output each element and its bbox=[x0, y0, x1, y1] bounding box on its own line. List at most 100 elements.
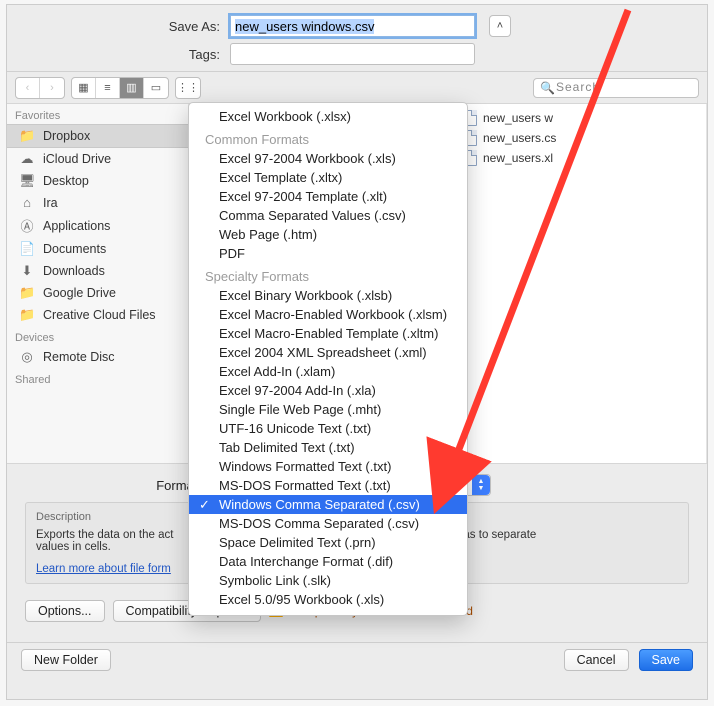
browser-toolbar: ‹ › ▦ ≡ ▥ ▭ ⋮⋮ 🔍 Search bbox=[7, 72, 707, 104]
view-icons-button[interactable]: ▦ bbox=[72, 78, 96, 98]
arrange-button[interactable]: ⋮⋮ bbox=[175, 77, 201, 99]
list-icon: ≡ bbox=[104, 82, 110, 94]
format-option[interactable]: Excel Add-In (.xlam) bbox=[189, 362, 467, 381]
sidebar-item-icloud[interactable]: ☁ iCloud Drive bbox=[7, 148, 188, 170]
format-option[interactable]: Web Page (.htm) bbox=[189, 225, 467, 244]
nav-forward-button[interactable]: › bbox=[40, 78, 64, 98]
sidebar-item-label: Dropbox bbox=[43, 129, 90, 143]
column-2[interactable]: new_users w new_users.cs new_users.xl bbox=[455, 104, 707, 463]
sidebar: Favorites 📁 Dropbox ☁ iCloud Drive 🖥Desktop ⌂ I… bbox=[7, 104, 189, 463]
grid-icon: ▦ bbox=[78, 81, 88, 94]
format-label: Format: bbox=[25, 478, 211, 493]
format-option[interactable]: Windows Formatted Text (.txt) bbox=[189, 457, 467, 476]
format-option[interactable]: Excel Macro-Enabled Template (.xltm) bbox=[189, 324, 467, 343]
sidebar-item-label: Google Drive bbox=[43, 286, 116, 300]
file-item[interactable]: new_users.cs bbox=[455, 128, 706, 148]
format-option[interactable]: Excel 97-2004 Template (.xlt) bbox=[189, 187, 467, 206]
search-icon: 🔍 bbox=[540, 81, 555, 95]
format-option[interactable]: Space Delimited Text (.prn) bbox=[189, 533, 467, 552]
format-option[interactable]: Excel 97-2004 Add-In (.xla) bbox=[189, 381, 467, 400]
chevron-right-icon: › bbox=[50, 82, 54, 94]
nav-back-button[interactable]: ‹ bbox=[16, 78, 40, 98]
remotedisc-icon: ◎ bbox=[19, 349, 35, 365]
format-option[interactable]: Data Interchange Format (.dif) bbox=[189, 552, 467, 571]
nav-back-forward: ‹ › bbox=[15, 77, 65, 99]
sidebar-item-home[interactable]: ⌂ Ira bbox=[7, 192, 188, 213]
file-name: new_users.xl bbox=[483, 151, 553, 165]
sidebar-item-label: Creative Cloud Files bbox=[43, 308, 156, 322]
sidebar-item-documents[interactable]: 📄 Documents bbox=[7, 238, 188, 260]
format-option[interactable]: Comma Separated Values (.csv) bbox=[189, 206, 467, 225]
format-option[interactable]: Excel Workbook (.xlsx) bbox=[189, 107, 467, 126]
desktop-icon: 🖥 bbox=[19, 173, 35, 189]
icloud-icon: ☁ bbox=[19, 151, 35, 167]
sidebar-item-remotedisc[interactable]: ◎Remote Disc bbox=[7, 346, 188, 368]
new-folder-button[interactable]: New Folder bbox=[21, 649, 111, 671]
file-name: new_users.cs bbox=[483, 131, 556, 145]
format-dropdown: Excel Workbook (.xlsx)Common FormatsExce… bbox=[188, 102, 468, 616]
view-coverflow-button[interactable]: ▭ bbox=[144, 78, 168, 98]
format-option[interactable]: PDF bbox=[189, 244, 467, 263]
tags-row: Tags: bbox=[7, 43, 707, 65]
downloads-icon: ⬇ bbox=[19, 263, 35, 279]
saveas-input[interactable] bbox=[230, 15, 475, 37]
home-icon: ⌂ bbox=[19, 195, 35, 210]
sidebar-item-googledrive[interactable]: 📁 Google Drive bbox=[7, 282, 188, 304]
sidebar-item-label: Applications bbox=[43, 219, 110, 233]
sidebar-item-label: Documents bbox=[43, 242, 106, 256]
format-option[interactable]: Excel Macro-Enabled Workbook (.xlsm) bbox=[189, 305, 467, 324]
view-mode-segment: ▦ ≡ ▥ ▭ bbox=[71, 77, 169, 99]
saveas-row: Save As: ˄ bbox=[7, 15, 707, 37]
format-option[interactable]: Excel Binary Workbook (.xlsb) bbox=[189, 286, 467, 305]
format-option[interactable]: Excel 5.0/95 Workbook (.xls) bbox=[189, 590, 467, 609]
sidebar-item-dropbox[interactable]: 📁 Dropbox bbox=[7, 124, 188, 148]
select-caps-icon: ▲▼ bbox=[472, 475, 490, 495]
format-option[interactable]: Excel 2004 XML Spreadsheet (.xml) bbox=[189, 343, 467, 362]
sidebar-item-label: Downloads bbox=[43, 264, 105, 278]
view-list-button[interactable]: ≡ bbox=[96, 78, 120, 98]
format-group-heading: Common Formats bbox=[189, 126, 467, 149]
format-option[interactable]: Tab Delimited Text (.txt) bbox=[189, 438, 467, 457]
tags-label: Tags: bbox=[7, 47, 230, 62]
applications-icon: Ⓐ bbox=[19, 216, 35, 235]
format-option[interactable]: Excel Template (.xltx) bbox=[189, 168, 467, 187]
format-option[interactable]: MS-DOS Comma Separated (.csv) bbox=[189, 514, 467, 533]
format-option[interactable]: MS-DOS Formatted Text (.txt) bbox=[189, 476, 467, 495]
dropbox-icon: 📁 bbox=[19, 128, 35, 144]
googledrive-icon: 📁 bbox=[19, 285, 35, 301]
sidebar-item-ccfiles[interactable]: 📁 Creative Cloud Files bbox=[7, 304, 188, 326]
documents-icon: 📄 bbox=[19, 241, 35, 257]
format-group-heading: Specialty Formats bbox=[189, 263, 467, 286]
sidebar-item-applications[interactable]: Ⓐ Applications bbox=[7, 213, 188, 238]
format-option[interactable]: Windows Comma Separated (.csv) bbox=[189, 495, 467, 514]
sidebar-item-label: Ira bbox=[43, 196, 58, 210]
sidebar-heading: Shared bbox=[7, 368, 188, 388]
tags-input[interactable] bbox=[230, 43, 475, 65]
sidebar-heading: Favorites bbox=[7, 104, 188, 124]
format-option[interactable]: Excel 97-2004 Workbook (.xls) bbox=[189, 149, 467, 168]
bottom-bar: New Folder Cancel Save bbox=[7, 643, 707, 681]
format-option[interactable]: UTF-16 Unicode Text (.txt) bbox=[189, 419, 467, 438]
search-field[interactable]: 🔍 Search bbox=[533, 78, 699, 98]
sidebar-item-desktop[interactable]: 🖥Desktop bbox=[7, 170, 188, 192]
search-placeholder: Search bbox=[556, 80, 600, 94]
learn-more-link[interactable]: Learn more about file form bbox=[36, 563, 171, 575]
file-item[interactable]: new_users.xl bbox=[455, 148, 706, 168]
save-button[interactable]: Save bbox=[639, 649, 694, 671]
columns-icon: ▥ bbox=[126, 81, 136, 94]
ccfiles-icon: 📁 bbox=[19, 307, 35, 323]
format-option[interactable]: Symbolic Link (.slk) bbox=[189, 571, 467, 590]
file-name: new_users w bbox=[483, 111, 553, 125]
view-columns-button[interactable]: ▥ bbox=[120, 78, 144, 98]
sidebar-item-downloads[interactable]: ⬇ Downloads bbox=[7, 260, 188, 282]
saveas-label: Save As: bbox=[7, 19, 230, 34]
sidebar-heading: Devices bbox=[7, 326, 188, 346]
arrange-icon: ⋮⋮ bbox=[177, 81, 199, 94]
collapse-stepper-button[interactable]: ˄ bbox=[489, 15, 511, 37]
file-item[interactable]: new_users w bbox=[455, 108, 706, 128]
options-button[interactable]: Options... bbox=[25, 600, 105, 622]
format-option[interactable]: Single File Web Page (.mht) bbox=[189, 400, 467, 419]
cancel-button[interactable]: Cancel bbox=[564, 649, 629, 671]
coverflow-icon: ▭ bbox=[151, 81, 161, 94]
sidebar-item-label: iCloud Drive bbox=[43, 152, 111, 166]
